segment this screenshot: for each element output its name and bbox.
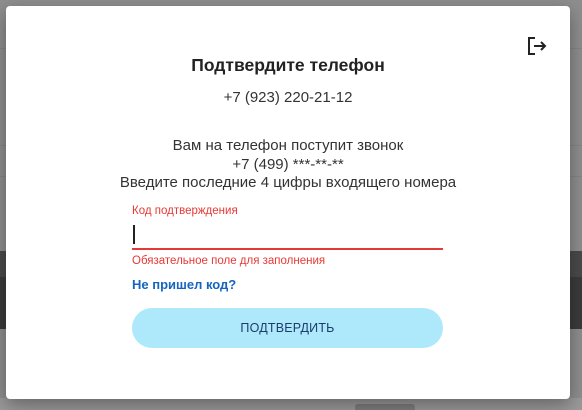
resend-code-link[interactable]: Не пришел код? bbox=[132, 277, 236, 292]
call-instructions: Вам на телефон поступит звонок +7 (499) … bbox=[6, 137, 570, 193]
instruction-line-masked-number: +7 (499) ***-**-** bbox=[232, 155, 344, 173]
user-phone-number: +7 (923) 220-21-12 bbox=[223, 89, 353, 106]
text-caret bbox=[133, 225, 135, 244]
instruction-line-enter-digits: Введите последние 4 цифры входящего номе… bbox=[119, 174, 457, 191]
dialog-title: Подтвердите телефон bbox=[191, 55, 385, 75]
background-bottom-chip bbox=[355, 404, 415, 410]
confirmation-code-label: Код подтверждения bbox=[132, 205, 238, 217]
confirmation-code-input[interactable] bbox=[132, 224, 443, 248]
phone-confirm-dialog: Подтвердите телефон +7 (923) 220-21-12 В… bbox=[6, 6, 570, 399]
confirm-button[interactable]: ПОДТВЕРДИТЬ bbox=[132, 308, 443, 348]
confirmation-code-field: Код подтверждения bbox=[132, 205, 443, 251]
confirmation-code-underline bbox=[132, 248, 443, 250]
background-bottom-bar bbox=[0, 398, 582, 410]
logout-icon bbox=[528, 37, 547, 55]
instruction-line-call: Вам на телефон поступит звонок bbox=[172, 137, 404, 154]
confirmation-code-error: Обязательное поле для заполнения bbox=[132, 255, 326, 267]
